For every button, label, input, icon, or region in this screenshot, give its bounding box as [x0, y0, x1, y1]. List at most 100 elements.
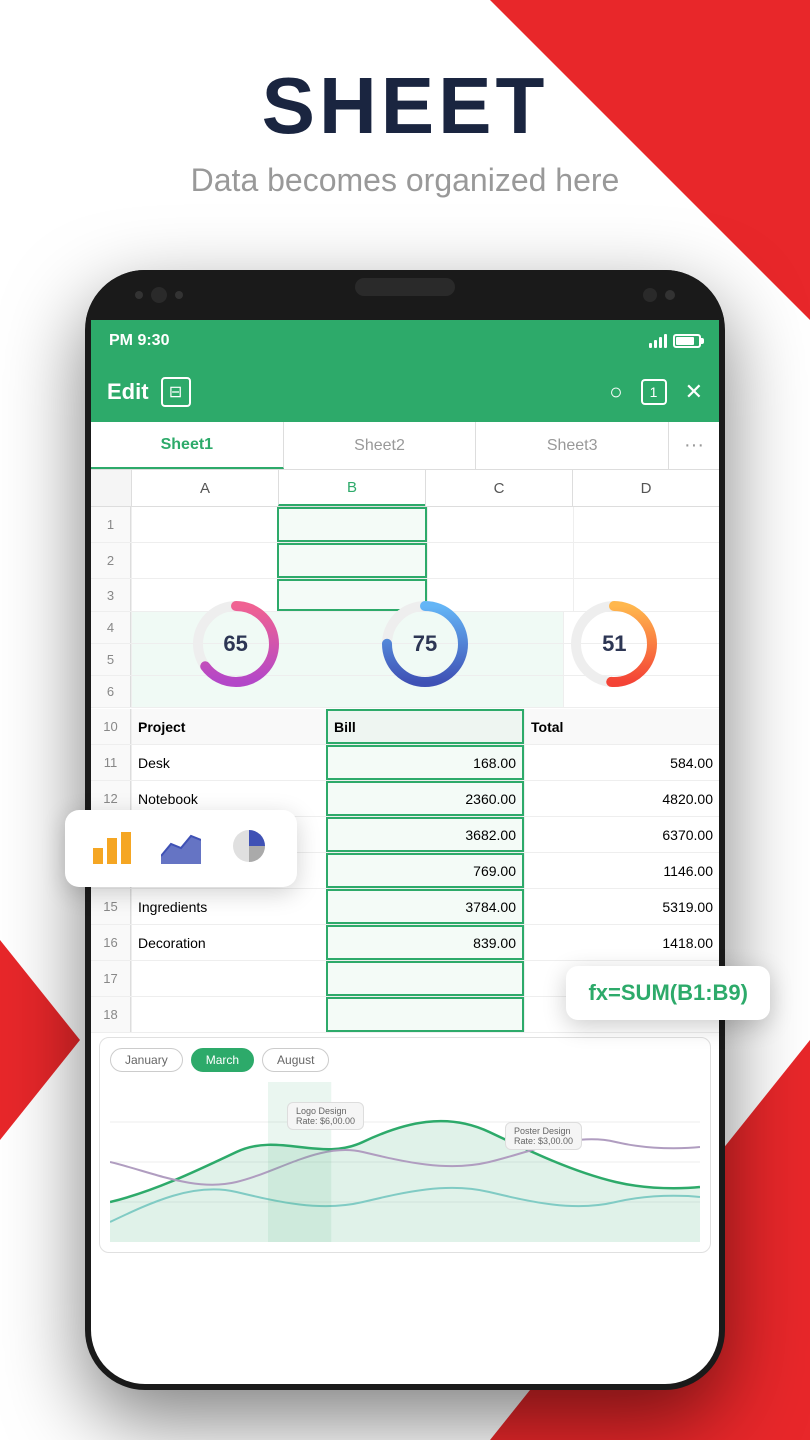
cell-15-total[interactable]: 5319.00: [524, 889, 719, 924]
cell-18-project[interactable]: [131, 997, 326, 1032]
row-num-15: 15: [91, 889, 131, 924]
chart-tab-august[interactable]: August: [262, 1048, 329, 1072]
signal-bar-4: [664, 334, 667, 348]
app-subtitle: Data becomes organized here: [0, 162, 810, 199]
col-header-a[interactable]: A: [131, 470, 278, 506]
chart-tab-january[interactable]: January: [110, 1048, 183, 1072]
cell-2d[interactable]: [573, 543, 719, 578]
signal-bars: [649, 334, 667, 348]
cell-16-project[interactable]: Decoration: [131, 925, 326, 960]
camera-front: [151, 287, 167, 303]
cell-10-bill[interactable]: Bill: [326, 709, 524, 744]
close-icon[interactable]: ✕: [685, 379, 703, 405]
area-chart-icon[interactable]: [161, 828, 201, 869]
table-row-11: 11 Desk 168.00 584.00: [91, 745, 719, 781]
chart-tab-march[interactable]: March: [191, 1048, 254, 1072]
app-title: SHEET: [0, 60, 810, 152]
cell-2c[interactable]: [427, 543, 573, 578]
row-num-18: 18: [91, 997, 131, 1032]
cell-15-project[interactable]: Ingredients: [131, 889, 326, 924]
row-num-11: 11: [91, 745, 131, 780]
phone-wrapper: PM 9:30 Edit ⊟: [85, 270, 725, 1390]
cell-10-total[interactable]: Total: [524, 709, 719, 744]
status-right: [649, 334, 701, 348]
save-icon[interactable]: ⊟: [161, 377, 191, 407]
poster-design-label: Poster Design Rate: $3,00.00: [505, 1122, 582, 1150]
cell-11-project[interactable]: Desk: [131, 745, 326, 780]
cell-17-project[interactable]: [131, 961, 326, 996]
row-num-6: 6: [91, 676, 131, 707]
cell-10-project[interactable]: Project: [131, 709, 326, 744]
cell-16-total[interactable]: 1418.00: [524, 925, 719, 960]
edit-label: Edit: [107, 379, 149, 405]
cell-1a[interactable]: [131, 507, 277, 542]
rows-1-6: 1 2: [91, 507, 719, 709]
donut-chart-65: 65: [186, 594, 286, 694]
status-time: PM 9:30: [109, 332, 169, 350]
cell-13-bill[interactable]: 3682.00: [326, 817, 524, 852]
cell-11-total[interactable]: 584.00: [524, 745, 719, 780]
cell-14-bill[interactable]: 769.00: [326, 853, 524, 888]
camera-back: [643, 288, 657, 302]
row-2: 2: [91, 543, 719, 579]
battery-fill: [676, 337, 694, 345]
poster-design-title: Poster Design: [514, 1126, 573, 1136]
toolbar: Edit ⊟ ○ 1 ✕: [91, 362, 719, 422]
row-1: 1: [91, 507, 719, 543]
cell-2a[interactable]: [131, 543, 277, 578]
table-header-row: 10 Project Bill Total: [91, 709, 719, 745]
cell-11-bill[interactable]: 168.00: [326, 745, 524, 780]
toolbar-icons-right: ○ 1 ✕: [609, 379, 703, 405]
cell-13-total[interactable]: 6370.00: [524, 817, 719, 852]
row-num-1: 1: [91, 507, 131, 542]
cell-2b[interactable]: [277, 543, 426, 578]
donut-charts-area: 3 4 5: [91, 579, 719, 709]
sheet-tab-2[interactable]: Sheet2: [284, 422, 477, 469]
cell-15-bill[interactable]: 3784.00: [326, 889, 524, 924]
top-rows-area: 1 2: [91, 507, 719, 709]
cell-16-bill[interactable]: 839.00: [326, 925, 524, 960]
row-num-3: 3: [91, 579, 131, 611]
row-num-16: 16: [91, 925, 131, 960]
table-row-15: 15 Ingredients 3784.00 5319.00: [91, 889, 719, 925]
sheet-tab-more[interactable]: ···: [669, 422, 719, 469]
sheet-tabs: Sheet1 Sheet2 Sheet3 ···: [91, 422, 719, 470]
poster-design-rate: Rate: $3,00.00: [514, 1136, 573, 1146]
cell-18-bill[interactable]: [326, 997, 524, 1032]
row-num-17: 17: [91, 961, 131, 996]
pie-chart-icon[interactable]: [229, 828, 269, 869]
col-header-d[interactable]: D: [572, 470, 719, 506]
chart-month-tabs: January March August: [110, 1048, 700, 1072]
donut-value-51: 51: [602, 631, 626, 657]
sheet-tab-1[interactable]: Sheet1: [91, 422, 284, 469]
view-icon[interactable]: 1: [641, 379, 667, 405]
sheet-tab-3[interactable]: Sheet3: [476, 422, 669, 469]
status-bar: PM 9:30: [91, 320, 719, 362]
row-num-10: 10: [91, 709, 131, 744]
search-icon[interactable]: ○: [609, 379, 622, 405]
cell-12-bill[interactable]: 2360.00: [326, 781, 524, 816]
formula-text: fx=SUM(B1:B9): [588, 980, 748, 1005]
donut-chart-75: 75: [375, 594, 475, 694]
chart-type-selector[interactable]: [65, 810, 297, 887]
cell-12-total[interactable]: 4820.00: [524, 781, 719, 816]
col-header-c[interactable]: C: [425, 470, 572, 506]
header-section: SHEET Data becomes organized here: [0, 0, 810, 199]
col-header-b[interactable]: B: [278, 470, 425, 506]
bg-decoration-left: [0, 940, 80, 1140]
row-num-2: 2: [91, 543, 131, 578]
cell-14-total[interactable]: 1146.00: [524, 853, 719, 888]
cell-1b[interactable]: [277, 507, 426, 542]
notch-bar: [355, 278, 455, 296]
row-num-4: 4: [91, 612, 131, 643]
line-chart-svg: [110, 1082, 700, 1242]
bar-chart-icon[interactable]: [93, 828, 133, 869]
cell-1d[interactable]: [573, 507, 719, 542]
signal-bar-2: [654, 340, 657, 348]
cell-1c[interactable]: [427, 507, 573, 542]
cell-17-bill[interactable]: [326, 961, 524, 996]
line-chart-canvas: Logo Design Rate: $6,00.00 Poster Design…: [110, 1082, 700, 1242]
signal-bar-1: [649, 343, 652, 348]
donut-value-75: 75: [413, 631, 437, 657]
logo-design-title: Logo Design: [296, 1106, 355, 1116]
